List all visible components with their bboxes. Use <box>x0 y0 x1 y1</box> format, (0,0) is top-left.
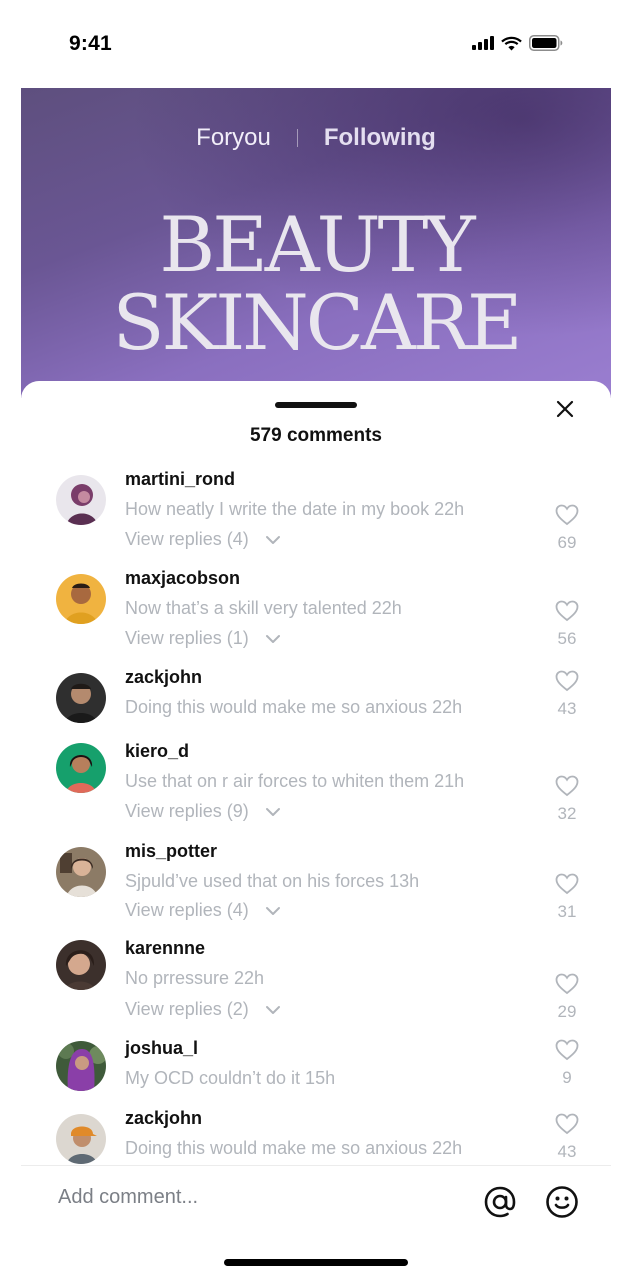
view-replies-button[interactable]: View replies (4) <box>125 529 281 550</box>
view-replies-label: View replies (9) <box>125 801 249 821</box>
heart-icon <box>555 873 579 895</box>
view-replies-label: View replies (4) <box>125 900 249 920</box>
view-replies-button[interactable]: View replies (2) <box>125 999 281 1020</box>
video-title-overlay: BEAUTY SKINCARE <box>21 206 611 362</box>
comment-text: How neatly I write the date in my book 2… <box>125 499 465 519</box>
like-button[interactable]: 31 <box>547 873 587 922</box>
cellular-signal-icon <box>472 36 494 50</box>
avatar[interactable] <box>56 574 106 624</box>
video-title-line-1: BEAUTY <box>159 200 475 289</box>
like-count: 31 <box>557 902 577 921</box>
comment-text: Doing this would make me so anxious 22h <box>125 697 463 717</box>
comment-username[interactable]: martini_rond <box>125 469 235 490</box>
comment-username[interactable]: maxjacobson <box>125 568 240 589</box>
view-replies-button[interactable]: View replies (4) <box>125 900 281 921</box>
like-count: 43 <box>557 699 577 718</box>
comment-username[interactable]: mis_potter <box>125 841 217 862</box>
avatar[interactable] <box>56 847 106 897</box>
chevron-down-icon <box>265 807 280 816</box>
avatar[interactable] <box>56 475 106 525</box>
sheet-drag-handle[interactable] <box>275 402 357 408</box>
comment-username[interactable]: zackjohn <box>125 1108 202 1129</box>
add-comment-input[interactable]: Add comment... <box>58 1186 198 1209</box>
heart-icon <box>555 670 579 692</box>
view-replies-button[interactable]: View replies (1) <box>125 628 281 649</box>
avatar[interactable] <box>56 940 106 990</box>
like-count: 43 <box>557 1142 577 1161</box>
avatar[interactable] <box>56 673 106 723</box>
comment-text: Doing this would make me so anxious 22h <box>125 1138 463 1158</box>
chevron-down-icon <box>265 634 280 643</box>
heart-icon <box>555 775 579 797</box>
chevron-down-icon <box>265 535 280 544</box>
like-button[interactable]: 43 <box>547 670 587 719</box>
comment-text: No prressure 22h <box>125 968 265 988</box>
like-button[interactable]: 9 <box>547 1039 587 1088</box>
comment-text: Use that on r air forces to whiten them … <box>125 771 465 791</box>
wifi-icon <box>501 36 522 50</box>
tab-following[interactable]: Following <box>324 124 436 152</box>
comments-sheet: 579 comments martini_rond How neatly I w… <box>21 381 611 1280</box>
heart-icon <box>555 504 579 526</box>
like-button[interactable]: 56 <box>547 600 587 649</box>
status-time: 9:41 <box>69 32 112 55</box>
like-button[interactable]: 29 <box>547 973 587 1022</box>
close-icon[interactable] <box>553 397 577 421</box>
comment-username[interactable]: karennne <box>125 938 205 959</box>
like-button[interactable]: 43 <box>547 1113 587 1162</box>
chevron-down-icon <box>265 906 280 915</box>
comment-username[interactable]: joshua_l <box>125 1038 198 1059</box>
composer-divider <box>21 1165 611 1166</box>
like-count: 32 <box>557 804 577 823</box>
video-title-line-2: SKINCARE <box>112 278 522 367</box>
comment-username[interactable]: kiero_d <box>125 741 189 762</box>
like-count: 9 <box>562 1068 572 1087</box>
avatar[interactable] <box>56 1114 106 1164</box>
heart-icon <box>555 1039 579 1061</box>
heart-icon <box>555 973 579 995</box>
emoji-icon[interactable] <box>545 1185 579 1219</box>
video-hero[interactable]: Foryou Following BEAUTY SKINCARE <box>21 88 611 398</box>
mention-icon[interactable] <box>483 1185 517 1219</box>
tab-foryou[interactable]: Foryou <box>196 124 271 152</box>
comments-count: 579 comments <box>249 425 382 446</box>
status-icons <box>472 35 563 51</box>
view-replies-button[interactable]: View replies (9) <box>125 801 281 822</box>
tab-divider <box>296 129 298 147</box>
view-replies-label: View replies (2) <box>125 999 249 1019</box>
heart-icon <box>555 1113 579 1135</box>
view-replies-label: View replies (4) <box>125 529 249 549</box>
view-replies-label: View replies (1) <box>125 628 249 648</box>
app-screen: 9:41 Foryou Following BEAUTY SKINCARE 57… <box>21 0 611 1280</box>
avatar[interactable] <box>56 1041 106 1091</box>
chevron-down-icon <box>265 1005 280 1014</box>
comment-text: My OCD couldn’t do it 15h <box>125 1068 336 1088</box>
like-button[interactable]: 69 <box>547 504 587 553</box>
like-count: 29 <box>557 1002 577 1021</box>
like-count: 56 <box>557 629 577 648</box>
comment-text: Now that’s a skill very talented 22h <box>125 598 402 618</box>
comment-username[interactable]: zackjohn <box>125 667 202 688</box>
avatar[interactable] <box>56 743 106 793</box>
battery-icon <box>529 35 563 51</box>
home-indicator <box>224 1259 408 1266</box>
comment-text: Sjpuld’ve used that on his forces 13h <box>125 871 420 891</box>
like-count: 69 <box>557 533 577 552</box>
feed-tabs: Foryou Following <box>21 124 611 152</box>
like-button[interactable]: 32 <box>547 775 587 824</box>
status-bar: 9:41 <box>21 0 611 88</box>
heart-icon <box>555 600 579 622</box>
